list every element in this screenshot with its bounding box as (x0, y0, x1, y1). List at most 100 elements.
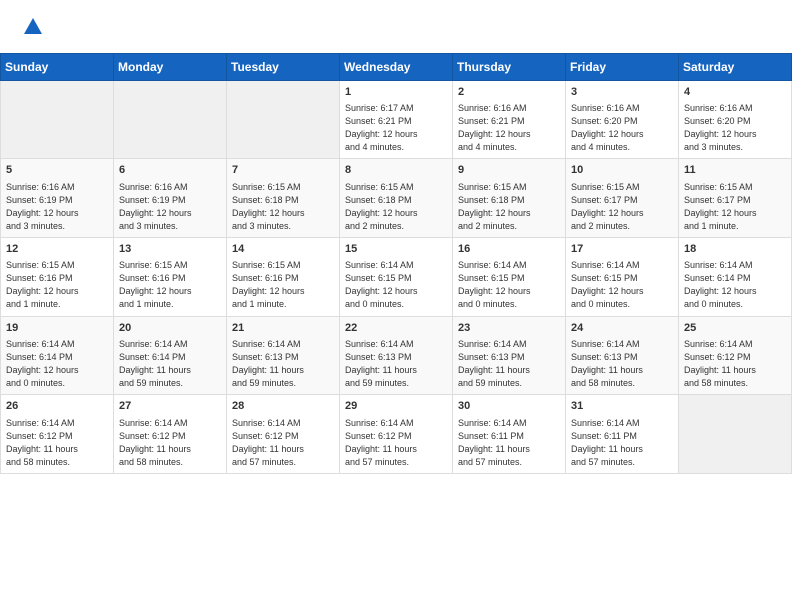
day-info: Sunrise: 6:14 AM Sunset: 6:15 PM Dayligh… (458, 259, 560, 311)
day-number: 15 (345, 242, 447, 257)
calendar-header-row: SundayMondayTuesdayWednesdayThursdayFrid… (1, 53, 792, 80)
weekday-header: Saturday (679, 53, 792, 80)
day-number: 7 (232, 163, 334, 178)
calendar-cell: 8Sunrise: 6:15 AM Sunset: 6:18 PM Daylig… (340, 159, 453, 238)
calendar-cell: 22 Sunrise: 6:14 AM Sunset: 6:13 PM Dayli… (340, 316, 453, 395)
calendar-cell: 15 Sunrise: 6:14 AM Sunset: 6:15 PM Dayli… (340, 237, 453, 316)
calendar-cell (679, 395, 792, 474)
day-info: Sunrise: 6:16 AM Sunset: 6:21 PM Dayligh… (458, 102, 560, 154)
day-number: 9 (458, 163, 560, 178)
day-info: Sunrise: 6:15 AM Sunset: 6:18 PM Dayligh… (458, 181, 560, 233)
day-info: Sunrise: 6:14 AM Sunset: 6:13 PM Dayligh… (458, 338, 560, 390)
day-info: Sunrise: 6:15 AM Sunset: 6:16 PM Dayligh… (232, 259, 334, 311)
day-info: Sunrise: 6:14 AM Sunset: 6:15 PM Dayligh… (345, 259, 447, 311)
weekday-header: Friday (566, 53, 679, 80)
calendar-week-row: 19 Sunrise: 6:14 AM Sunset: 6:14 PM Dayli… (1, 316, 792, 395)
day-number: 1 (345, 85, 447, 100)
day-info: Sunrise: 6:14 AM Sunset: 6:13 PM Dayligh… (345, 338, 447, 390)
day-info: Sunrise: 6:14 AM Sunset: 6:13 PM Dayligh… (571, 338, 673, 390)
calendar-cell: 31 Sunrise: 6:14 AM Sunset: 6:11 PM Dayli… (566, 395, 679, 474)
calendar-cell: 29 Sunrise: 6:14 AM Sunset: 6:12 PM Dayli… (340, 395, 453, 474)
day-number: 8 (345, 163, 447, 178)
calendar-cell: 23 Sunrise: 6:14 AM Sunset: 6:13 PM Dayli… (453, 316, 566, 395)
calendar-page: SundayMondayTuesdayWednesdayThursdayFrid… (0, 0, 792, 612)
calendar-cell: 9 Sunrise: 6:15 AM Sunset: 6:18 PM Daylig… (453, 159, 566, 238)
day-info: Sunrise: 6:14 AM Sunset: 6:11 PM Dayligh… (571, 417, 673, 469)
day-number: 25 (684, 321, 786, 336)
day-number: 29 (345, 399, 447, 414)
calendar-cell: 18 Sunrise: 6:14 AM Sunset: 6:14 PM Dayli… (679, 237, 792, 316)
day-number: 14 (232, 242, 334, 257)
calendar-cell: 21 Sunrise: 6:14 AM Sunset: 6:13 PM Dayli… (227, 316, 340, 395)
calendar-cell: 4 Sunrise: 6:16 AM Sunset: 6:20 PM Daylig… (679, 80, 792, 159)
calendar-cell: 6Sunrise: 6:16 AM Sunset: 6:19 PM Daylig… (114, 159, 227, 238)
day-info: Sunrise: 6:17 AM Sunset: 6:21 PM Dayligh… (345, 102, 447, 154)
day-info: Sunrise: 6:14 AM Sunset: 6:13 PM Dayligh… (232, 338, 334, 390)
day-info: Sunrise: 6:14 AM Sunset: 6:12 PM Dayligh… (119, 417, 221, 469)
day-info: Sunrise: 6:15 AM Sunset: 6:16 PM Dayligh… (119, 259, 221, 311)
day-number: 18 (684, 242, 786, 257)
calendar-cell: 19Sunrise: 6:14 AM Sunset: 6:14 PM Dayli… (1, 316, 114, 395)
day-number: 11 (684, 163, 786, 178)
calendar-cell: 26 Sunrise: 6:14 AM Sunset: 6:12 PM Dayli… (1, 395, 114, 474)
calendar-cell: 20 Sunrise: 6:14 AM Sunset: 6:14 PM Dayli… (114, 316, 227, 395)
day-info: Sunrise: 6:14 AM Sunset: 6:15 PM Dayligh… (571, 259, 673, 311)
calendar-week-row: 26 Sunrise: 6:14 AM Sunset: 6:12 PM Dayli… (1, 395, 792, 474)
day-number: 24 (571, 321, 673, 336)
day-number: 22 (345, 321, 447, 336)
day-number: 27 (119, 399, 221, 414)
weekday-header: Thursday (453, 53, 566, 80)
day-number: 6 (119, 163, 221, 178)
day-number: 21 (232, 321, 334, 336)
calendar-cell: 2 Sunrise: 6:16 AM Sunset: 6:21 PM Daylig… (453, 80, 566, 159)
calendar-week-row: 1 Sunrise: 6:17 AM Sunset: 6:21 PM Daylig… (1, 80, 792, 159)
weekday-header: Sunday (1, 53, 114, 80)
day-info: Sunrise: 6:15 AM Sunset: 6:18 PM Dayligh… (232, 181, 334, 233)
day-number: 23 (458, 321, 560, 336)
day-number: 28 (232, 399, 334, 414)
day-number: 31 (571, 399, 673, 414)
day-number: 17 (571, 242, 673, 257)
day-number: 20 (119, 321, 221, 336)
calendar-cell: 14 Sunrise: 6:15 AM Sunset: 6:16 PM Dayli… (227, 237, 340, 316)
day-info: Sunrise: 6:15 AM Sunset: 6:17 PM Dayligh… (571, 181, 673, 233)
calendar-cell: 5Sunrise: 6:16 AM Sunset: 6:19 PM Daylig… (1, 159, 114, 238)
day-info: Sunrise: 6:14 AM Sunset: 6:12 PM Dayligh… (345, 417, 447, 469)
logo (20, 16, 44, 43)
calendar-cell: 1 Sunrise: 6:17 AM Sunset: 6:21 PM Daylig… (340, 80, 453, 159)
day-info: Sunrise: 6:14 AM Sunset: 6:14 PM Dayligh… (119, 338, 221, 390)
header (0, 0, 792, 53)
calendar-cell: 11 Sunrise: 6:15 AM Sunset: 6:17 PM Dayli… (679, 159, 792, 238)
day-info: Sunrise: 6:16 AM Sunset: 6:20 PM Dayligh… (684, 102, 786, 154)
weekday-header: Monday (114, 53, 227, 80)
calendar-cell: 7 Sunrise: 6:15 AM Sunset: 6:18 PM Daylig… (227, 159, 340, 238)
day-number: 16 (458, 242, 560, 257)
day-number: 30 (458, 399, 560, 414)
calendar-cell: 30 Sunrise: 6:14 AM Sunset: 6:11 PM Dayli… (453, 395, 566, 474)
day-info: Sunrise: 6:15 AM Sunset: 6:16 PM Dayligh… (6, 259, 108, 311)
weekday-header: Wednesday (340, 53, 453, 80)
day-number: 19 (6, 321, 108, 336)
calendar-cell (1, 80, 114, 159)
calendar-cell: 28Sunrise: 6:14 AM Sunset: 6:12 PM Dayli… (227, 395, 340, 474)
calendar-table: SundayMondayTuesdayWednesdayThursdayFrid… (0, 53, 792, 474)
day-info: Sunrise: 6:14 AM Sunset: 6:12 PM Dayligh… (6, 417, 108, 469)
calendar-cell: 17 Sunrise: 6:14 AM Sunset: 6:15 PM Dayli… (566, 237, 679, 316)
day-info: Sunrise: 6:15 AM Sunset: 6:17 PM Dayligh… (684, 181, 786, 233)
day-info: Sunrise: 6:14 AM Sunset: 6:11 PM Dayligh… (458, 417, 560, 469)
day-info: Sunrise: 6:14 AM Sunset: 6:14 PM Dayligh… (684, 259, 786, 311)
calendar-cell (227, 80, 340, 159)
day-number: 4 (684, 85, 786, 100)
calendar-cell: 25Sunrise: 6:14 AM Sunset: 6:12 PM Dayli… (679, 316, 792, 395)
day-info: Sunrise: 6:16 AM Sunset: 6:19 PM Dayligh… (6, 181, 108, 233)
weekday-header: Tuesday (227, 53, 340, 80)
logo-icon (22, 16, 44, 38)
day-info: Sunrise: 6:16 AM Sunset: 6:20 PM Dayligh… (571, 102, 673, 154)
day-number: 26 (6, 399, 108, 414)
calendar-cell: 27 Sunrise: 6:14 AM Sunset: 6:12 PM Dayli… (114, 395, 227, 474)
calendar-week-row: 12Sunrise: 6:15 AM Sunset: 6:16 PM Dayli… (1, 237, 792, 316)
calendar-cell: 3 Sunrise: 6:16 AM Sunset: 6:20 PM Daylig… (566, 80, 679, 159)
day-number: 3 (571, 85, 673, 100)
day-number: 2 (458, 85, 560, 100)
calendar-cell: 13Sunrise: 6:15 AM Sunset: 6:16 PM Dayli… (114, 237, 227, 316)
